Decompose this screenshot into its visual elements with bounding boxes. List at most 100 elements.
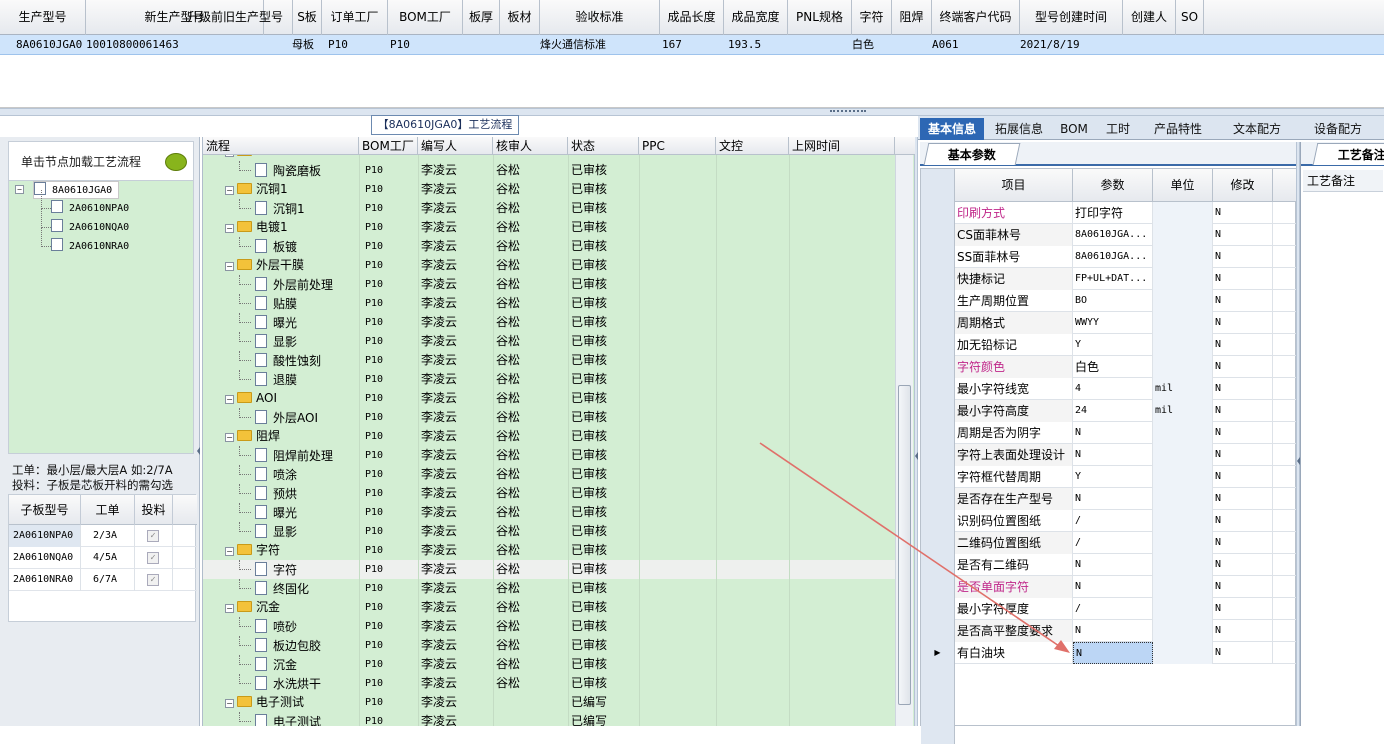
param-modified[interactable]: N [1213,488,1273,510]
param-value[interactable]: / [1073,532,1153,554]
column-header[interactable]: 工单 [81,495,135,525]
column-header[interactable]: 板厚 [463,0,500,35]
param-value[interactable]: WWYY [1073,312,1153,334]
process-step-row[interactable]: 字符 P10 李凌云 谷松 已审核 [203,560,895,579]
process-step-row[interactable]: 贴膜 P10 李凌云 谷松 已审核 [203,294,895,313]
param-row[interactable]: 识别码位置图纸 / N [921,510,1297,532]
tree-node-child[interactable]: 2A0610NPA0 [51,200,129,218]
collapse-toggle-icon[interactable]: − [225,395,234,404]
column-header[interactable]: 终端客户代码 [932,0,1020,35]
column-header[interactable]: 上网时间 [789,137,895,155]
column-header[interactable]: 投料 [135,495,173,525]
process-group-row[interactable]: − 字符 P10 李凌云 谷松 已审核 [203,541,895,560]
model-grid-cell[interactable]: A061 [932,35,1016,55]
param-modified[interactable]: N [1213,466,1273,488]
param-value[interactable]: N [1073,554,1153,576]
column-header[interactable]: 创建人 [1123,0,1176,35]
param-value[interactable]: Y [1073,334,1153,356]
param-row[interactable]: ▶ 有白油块 N N [921,642,1297,664]
param-row[interactable]: 最小字符厚度 / N [921,598,1297,620]
model-grid-cell[interactable] [178,35,289,55]
process-step-row[interactable]: 水洗烘干 P10 李凌云 谷松 已审核 [203,674,895,693]
collapse-toggle-icon[interactable]: − [225,262,234,271]
process-step-row[interactable]: 酸性蚀刻 P10 李凌云 谷松 已审核 [203,351,895,370]
param-row[interactable]: 字符上表面处理设计 N N [921,444,1297,466]
param-modified[interactable]: N [1213,246,1273,268]
model-grid-cell[interactable] [788,35,848,55]
param-row[interactable]: 生产周期位置 BO N [921,290,1297,312]
param-modified[interactable]: N [1213,202,1273,224]
model-grid-row-selected[interactable]: 8A0610JGA0 10010800061463 母板 P10 P10 烽火通信标准 16… [0,35,1384,55]
sub-board-order[interactable]: 2/3A [81,525,135,547]
column-header[interactable]: 流程 [203,137,359,155]
model-grid-cell[interactable]: P10 [328,35,390,55]
column-header[interactable]: BOM工厂 [388,0,463,35]
param-modified[interactable]: N [1213,422,1273,444]
tab-4[interactable]: 产品特性 [1140,118,1216,140]
process-group-row[interactable]: − 电子测试 P10 李凌云 已编写 [203,693,895,712]
process-step-row[interactable]: 显影 P10 李凌云 谷松 已审核 [203,522,895,541]
param-modified[interactable]: N [1213,554,1273,576]
param-modified[interactable]: N [1213,334,1273,356]
process-step-row[interactable]: 板边包胶 P10 李凌云 谷松 已审核 [203,636,895,655]
model-grid-cell[interactable] [892,35,928,55]
column-header[interactable]: 字符 [852,0,892,35]
param-row[interactable]: 是否单面字符 N N [921,576,1297,598]
model-grid-cell[interactable]: 167 [662,35,722,55]
model-grid-cell[interactable]: 2021/8/19 [1020,35,1119,55]
param-row[interactable]: 快捷标记 FP+UL+DAT... N [921,268,1297,290]
model-grid-cell[interactable]: 193.5 [728,35,788,55]
param-value[interactable]: BO [1073,290,1153,312]
param-modified[interactable]: N [1213,598,1273,620]
collapse-toggle-icon[interactable]: − [225,433,234,442]
tab-3[interactable]: 工时 [1098,118,1138,140]
process-step-row[interactable]: 喷涂 P10 李凌云 谷松 已审核 [203,465,895,484]
param-value[interactable]: N [1073,488,1153,510]
tab-0[interactable]: 基本信息 [920,118,984,140]
param-value[interactable]: N [1073,576,1153,598]
param-row[interactable]: 加无铅标记 Y N [921,334,1297,356]
model-grid-cell[interactable]: P10 [390,35,461,55]
param-modified[interactable]: N [1213,290,1273,312]
collapse-toggle-icon[interactable]: − [225,224,234,233]
param-modified[interactable]: N [1213,312,1273,334]
param-row[interactable]: 是否存在生产型号 N N [921,488,1297,510]
column-header[interactable]: 子板型号 [9,495,81,525]
column-header[interactable]: SO [1176,0,1204,35]
tab-5[interactable]: 文本配方 [1218,118,1296,140]
process-group-row[interactable]: − 电镀1 P10 李凌云 谷松 已审核 [203,218,895,237]
horizontal-splitter[interactable] [0,108,1384,116]
feed-checkbox[interactable]: ✓ [147,552,159,564]
collapse-arrow-icon[interactable] [197,447,200,455]
param-modified[interactable]: N [1213,444,1273,466]
process-step-row[interactable]: 外层AOI P10 李凌云 谷松 已审核 [203,408,895,427]
param-modified[interactable]: N [1213,532,1273,554]
column-header[interactable]: 单位 [1153,169,1213,202]
param-row[interactable]: 是否有二维码 N N [921,554,1297,576]
sub-board-order[interactable]: 6/7A [81,569,135,591]
table-row[interactable]: 2A0610NQA0 4/5A ✓ [9,547,197,569]
param-row[interactable]: 周期格式 WWYY N [921,312,1297,334]
model-grid-cell[interactable] [463,35,496,55]
collapse-toggle-icon[interactable]: − [225,604,234,613]
param-value[interactable]: N [1073,620,1153,642]
param-value[interactable]: 8A0610JGA... [1073,246,1153,268]
tree-node-child[interactable]: 2A0610NRA0 [51,238,129,256]
process-step-row[interactable]: 预烘 P10 李凌云 谷松 已审核 [203,484,895,503]
column-header[interactable]: 参数 [1073,169,1153,202]
param-modified[interactable]: N [1213,268,1273,290]
column-header[interactable]: 型号创建时间 [1020,0,1123,35]
process-step-row[interactable]: 板镀 P10 李凌云 谷松 已审核 [203,237,895,256]
column-header[interactable]: 阻焊 [892,0,932,35]
param-value[interactable]: 24 [1073,400,1153,422]
column-header[interactable]: 修改 [1213,169,1273,202]
param-row[interactable]: CS面菲林号 8A0610JGA... N [921,224,1297,246]
param-value[interactable]: 8A0610JGA... [1073,224,1153,246]
column-header[interactable]: 验收标准 [540,0,660,35]
vertical-scrollbar[interactable] [895,155,913,726]
column-header[interactable]: BOM工厂 [359,137,418,155]
param-row[interactable]: 二维码位置图纸 / N [921,532,1297,554]
param-modified[interactable]: N [1213,642,1273,664]
param-value[interactable]: N [1073,642,1153,664]
table-row[interactable]: 2A0610NPA0 2/3A ✓ [9,525,197,547]
